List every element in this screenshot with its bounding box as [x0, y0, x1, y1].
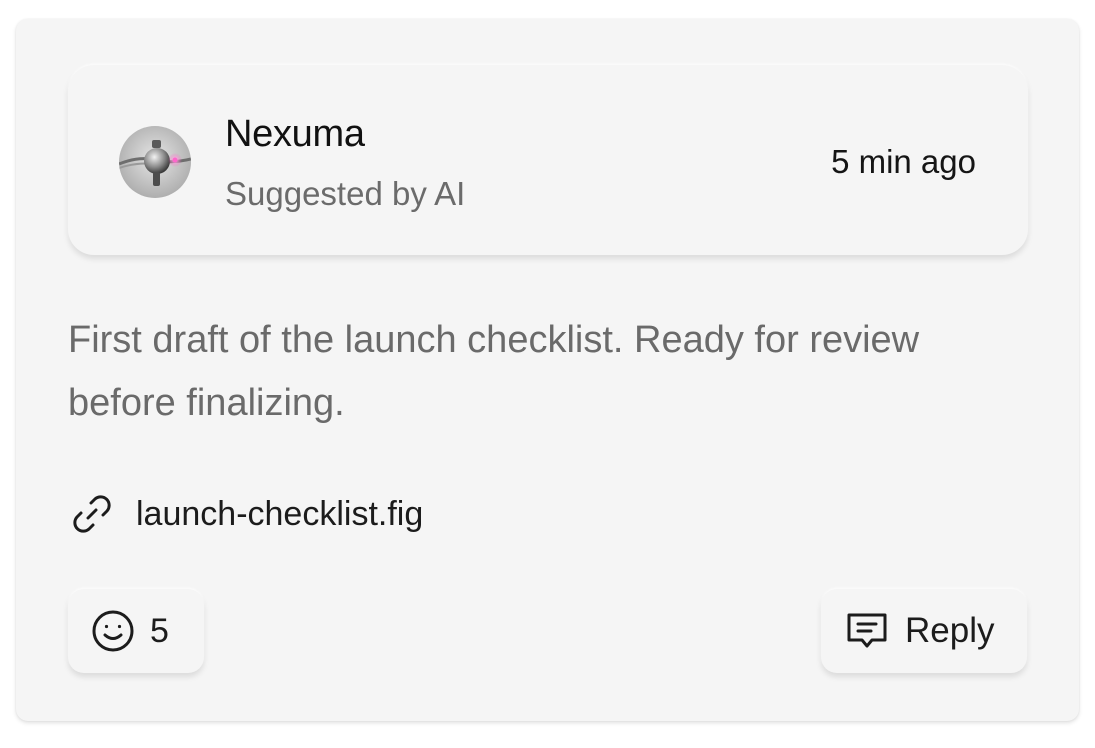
attachment-link[interactable]: launch-checklist.fig [68, 489, 423, 539]
comment-timestamp: 5 min ago [831, 143, 976, 180]
author-subtitle: Suggested by AI [225, 175, 466, 212]
smiley-icon [90, 608, 136, 654]
link-icon [68, 490, 116, 538]
reply-button[interactable]: Reply [821, 589, 1027, 673]
chat-bubble-icon [843, 607, 891, 655]
comment-message: First draft of the launch checklist. Rea… [68, 319, 920, 424]
comment-card: Nexuma Suggested by AI 5 min ago First d… [16, 19, 1079, 721]
author-avatar[interactable] [119, 126, 191, 198]
reaction-button[interactable]: 5 [68, 589, 204, 673]
reply-label: Reply [905, 611, 995, 650]
author-name: Nexuma [225, 113, 365, 155]
comment-header: Nexuma Suggested by AI 5 min ago [68, 65, 1028, 255]
reaction-count: 5 [150, 611, 169, 650]
attachment-name: launch-checklist.fig [136, 494, 424, 533]
ai-orb-avatar-icon [119, 126, 191, 198]
